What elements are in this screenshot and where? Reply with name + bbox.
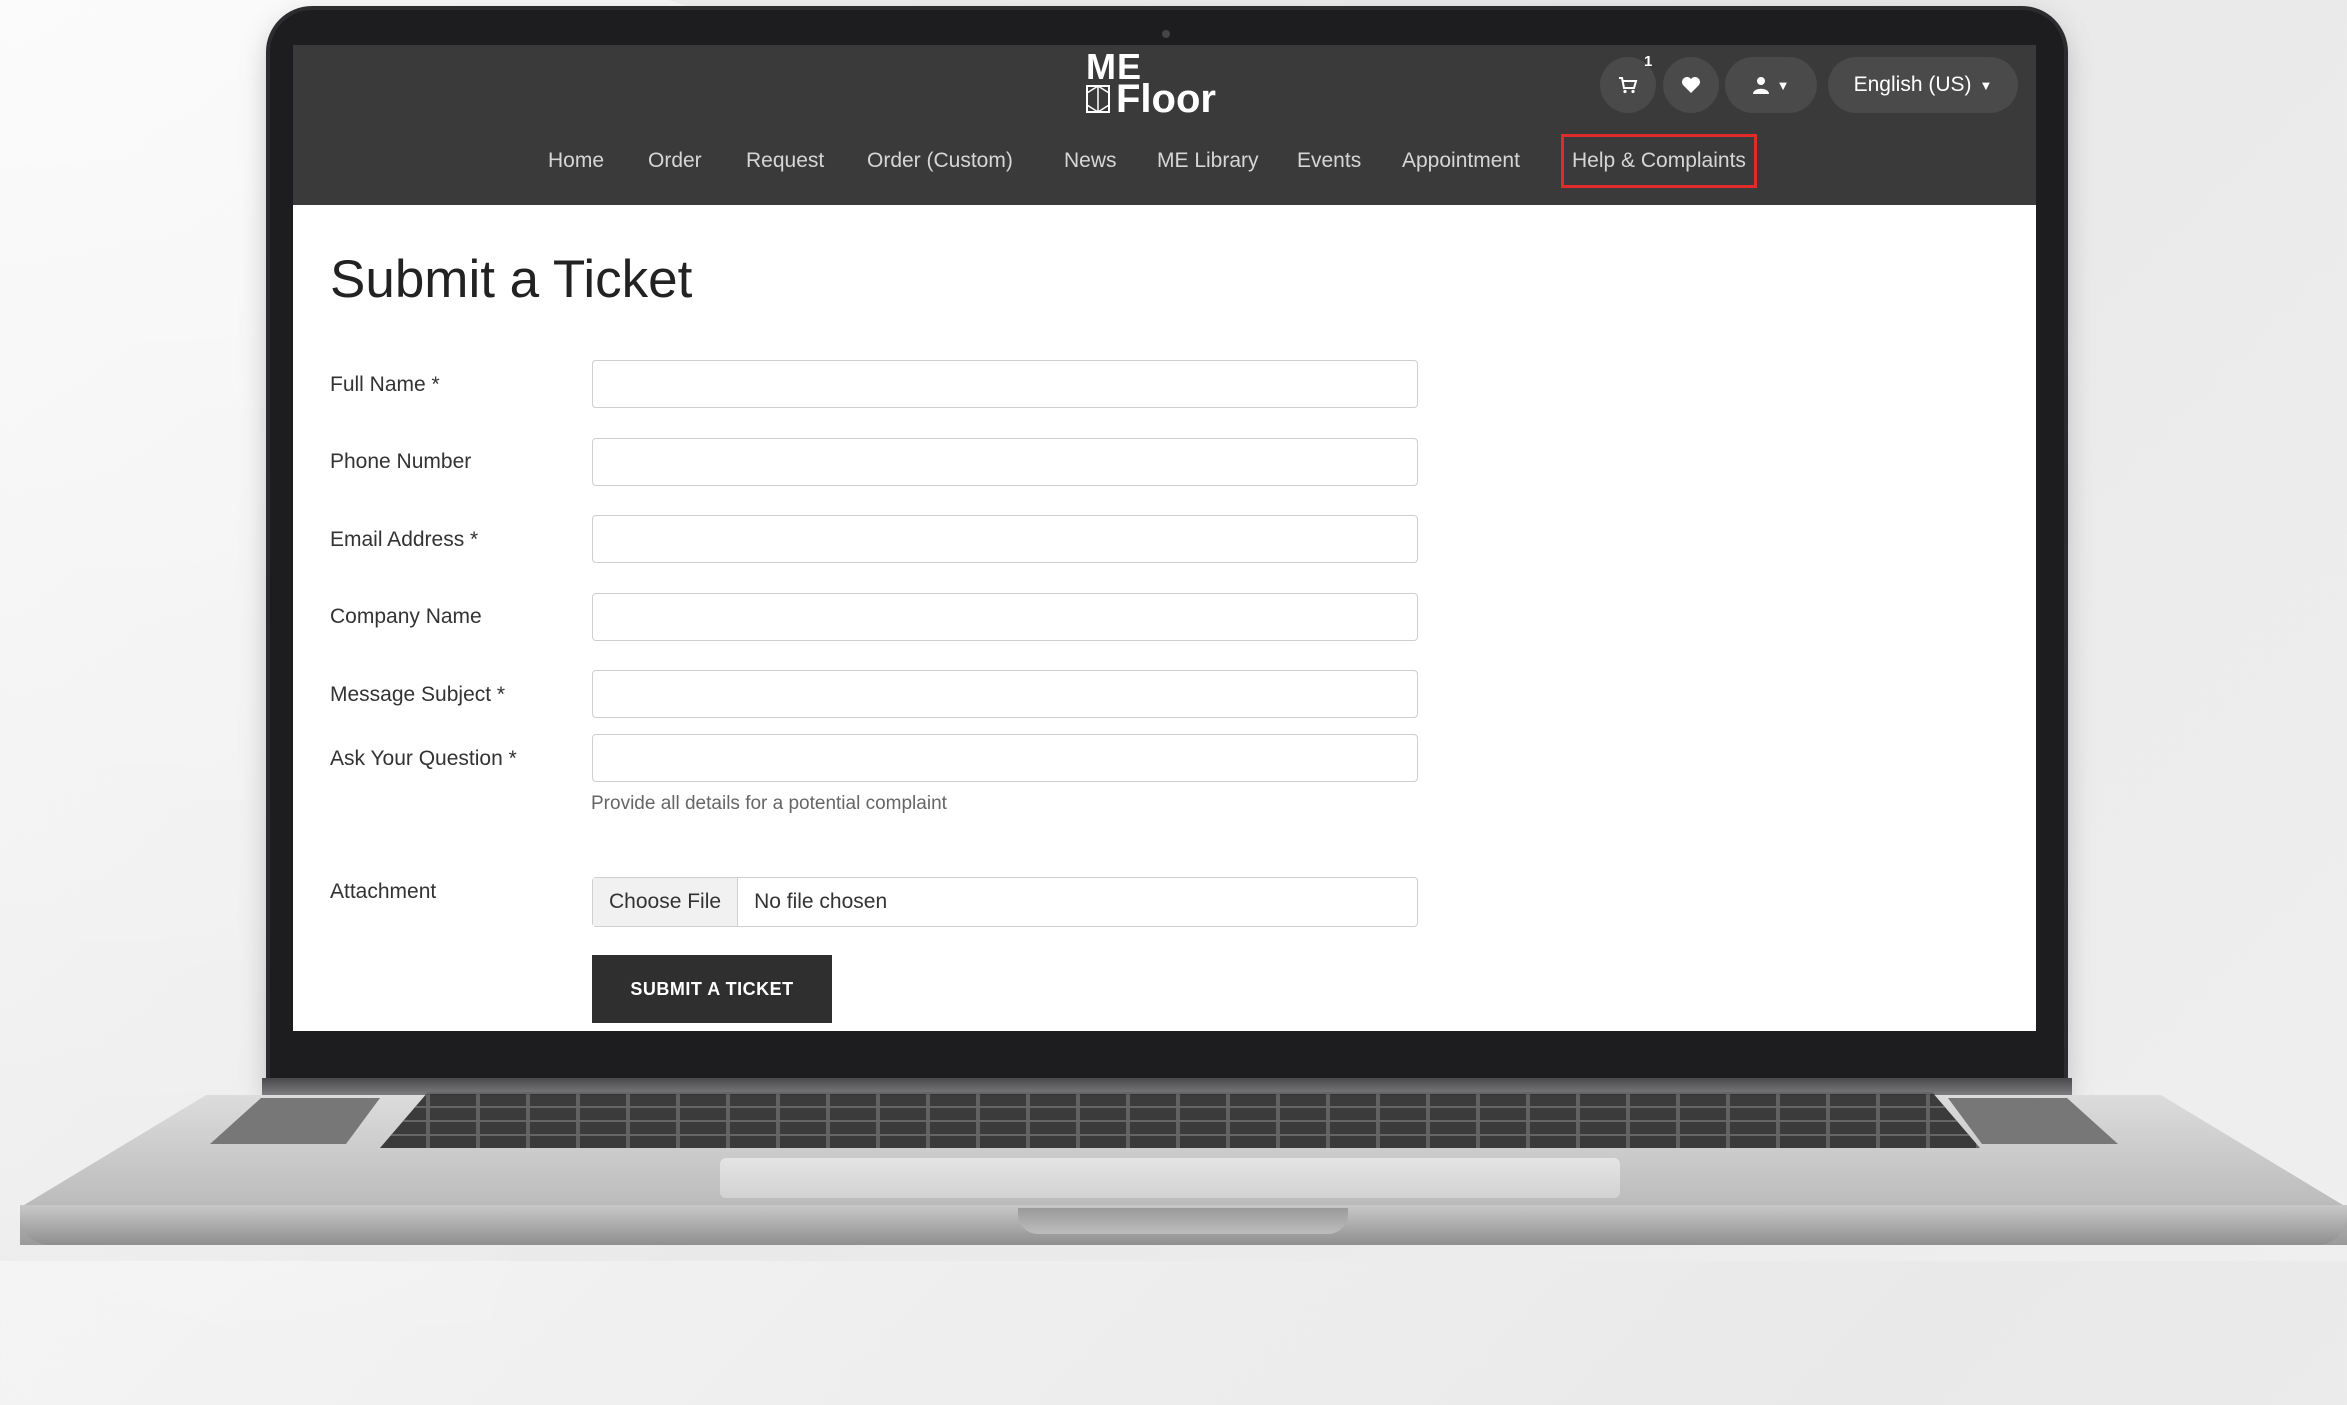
nav-appointment[interactable]: Appointment [1402, 137, 1520, 185]
site-header: ME Floor 1 ▼ English (US) ▼ Home Order R… [293, 45, 2036, 205]
subject-input[interactable] [592, 670, 1418, 718]
attachment-label: Attachment [330, 880, 437, 903]
main-nav: Home Order Request Order (Custom) News M… [293, 134, 2036, 188]
email-input[interactable] [592, 515, 1418, 563]
full-name-label: Full Name * [330, 373, 440, 396]
logo-mark-icon [1086, 85, 1110, 113]
full-name-input[interactable] [592, 360, 1418, 408]
nav-news[interactable]: News [1064, 137, 1117, 185]
laptop-screen: ME Floor 1 ▼ English (US) ▼ Home Order R… [293, 45, 2036, 1031]
language-label: English (US) [1853, 73, 1972, 96]
laptop-opening-notch [1018, 1208, 1348, 1234]
nav-home[interactable]: Home [548, 137, 604, 185]
company-input[interactable] [592, 593, 1418, 641]
logo-line-2: Floor [1116, 77, 1216, 121]
logo[interactable]: ME Floor [1082, 45, 1222, 125]
nav-events[interactable]: Events [1297, 137, 1361, 185]
phone-input[interactable] [592, 438, 1418, 486]
webcam [1162, 30, 1170, 38]
nav-request[interactable]: Request [746, 137, 824, 185]
nav-order[interactable]: Order [648, 137, 702, 185]
keyboard-rows [380, 1092, 1980, 1148]
user-menu-button[interactable]: ▼ [1725, 57, 1817, 113]
wishlist-button[interactable] [1663, 57, 1719, 113]
phone-label: Phone Number [330, 450, 472, 473]
screen-bezel-bottom [270, 1031, 2064, 1081]
chevron-down-icon: ▼ [1776, 77, 1790, 93]
subject-label: Message Subject * [330, 683, 506, 706]
choose-file-button[interactable]: Choose File [593, 878, 739, 926]
question-label: Ask Your Question * [330, 747, 517, 770]
page-title: Submit a Ticket [330, 250, 693, 309]
nav-me-library[interactable]: ME Library [1157, 137, 1259, 185]
heart-icon [1682, 77, 1700, 93]
attachment-file-input[interactable]: Choose File No file chosen [592, 877, 1418, 927]
nav-order-custom[interactable]: Order (Custom) [867, 137, 1013, 185]
file-status-text: No file chosen [754, 890, 888, 913]
chevron-down-icon: ▼ [1979, 77, 1993, 93]
cart-count-badge: 1 [1644, 53, 1653, 70]
trackpad [720, 1158, 1620, 1198]
submit-ticket-button[interactable]: SUBMIT A TICKET [592, 955, 832, 1023]
question-help-text: Provide all details for a potential comp… [591, 793, 947, 814]
language-selector[interactable]: English (US) ▼ [1828, 57, 2018, 113]
user-icon [1752, 77, 1769, 94]
cart-icon [1619, 77, 1638, 94]
company-label: Company Name [330, 605, 482, 628]
nav-help-complaints[interactable]: Help & Complaints [1561, 134, 1757, 188]
question-input[interactable] [592, 734, 1418, 782]
email-label: Email Address * [330, 528, 479, 551]
